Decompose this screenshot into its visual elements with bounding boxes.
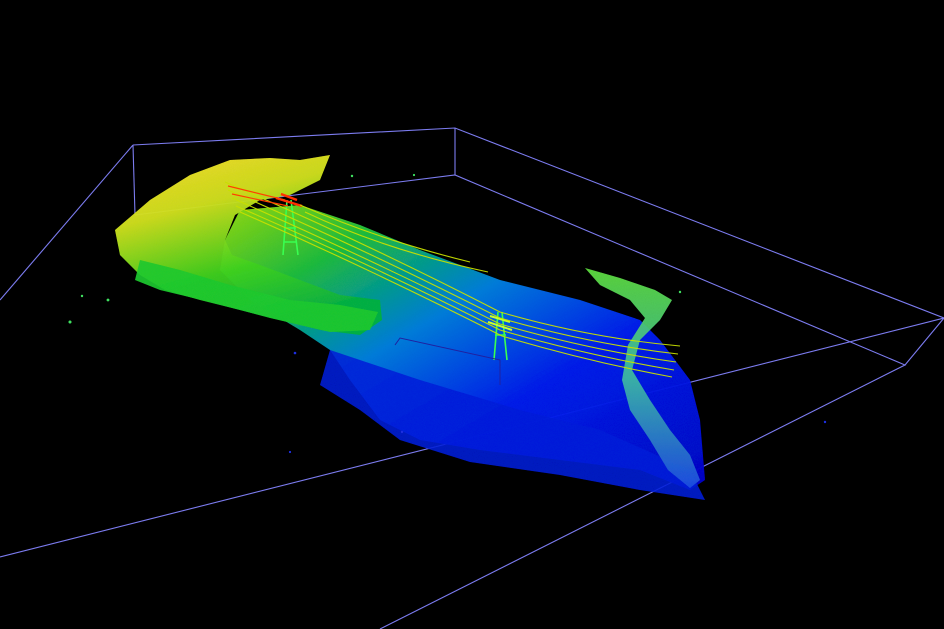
point-cloud-viewport[interactable]: [0, 0, 944, 629]
point-cloud-canvas[interactable]: [0, 0, 944, 629]
terrain-point-cloud[interactable]: [68, 155, 827, 500]
